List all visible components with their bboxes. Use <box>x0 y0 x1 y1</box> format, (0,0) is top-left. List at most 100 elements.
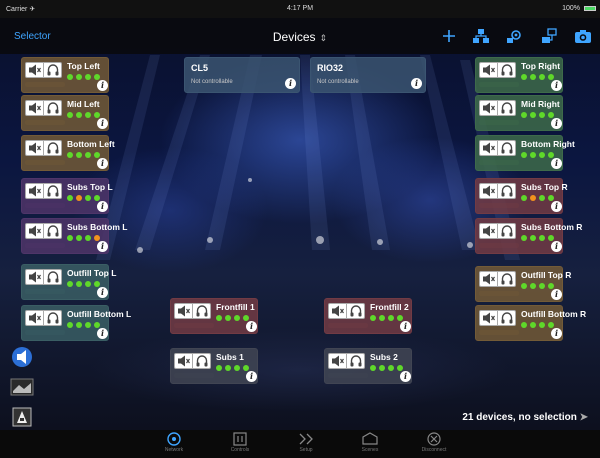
console-status: Not controllable <box>317 79 359 85</box>
device-card[interactable]: Mid Right i <box>475 95 563 131</box>
tab-controls[interactable]: Controls <box>210 432 270 458</box>
selector-button[interactable]: Selector <box>14 31 51 42</box>
mute-button[interactable] <box>26 184 43 198</box>
card-buttons <box>479 271 516 287</box>
info-icon[interactable]: i <box>97 158 108 169</box>
info-icon[interactable]: i <box>97 118 108 129</box>
device-card[interactable]: Outfill Top L i <box>21 264 116 300</box>
monitor-button[interactable] <box>346 354 364 368</box>
mute-button[interactable] <box>480 101 497 115</box>
headphones-icon <box>350 355 361 367</box>
console-card[interactable]: CL5 Not controllable i <box>184 57 300 93</box>
status-leds <box>521 195 554 201</box>
monitor-button[interactable] <box>43 101 61 115</box>
mute-button[interactable] <box>175 354 192 368</box>
device-card[interactable]: Frontfill 1 i <box>170 298 258 334</box>
monitor-button[interactable] <box>43 141 61 155</box>
device-card[interactable]: Bottom Left i <box>21 135 115 171</box>
monitor-button[interactable] <box>497 224 515 238</box>
info-icon[interactable]: i <box>400 371 411 382</box>
mute-button[interactable] <box>26 270 43 284</box>
info-icon[interactable]: i <box>97 328 108 339</box>
add-icon[interactable] <box>440 28 458 44</box>
monitor-button[interactable] <box>497 311 515 325</box>
mute-button[interactable] <box>480 311 497 325</box>
monitor-button[interactable] <box>192 304 210 318</box>
status-led <box>370 315 376 321</box>
speaker-view-icon <box>12 347 32 367</box>
device-card[interactable]: Bottom Right i <box>475 135 575 171</box>
speaker-view-button[interactable] <box>10 346 34 368</box>
info-icon[interactable]: i <box>97 80 108 91</box>
mute-button[interactable] <box>480 63 497 77</box>
mute-button[interactable] <box>329 304 346 318</box>
device-card[interactable]: Subs Bottom R i <box>475 218 582 254</box>
info-icon[interactable]: i <box>551 289 562 300</box>
console-card[interactable]: RIO32 Not controllable i <box>310 57 426 93</box>
device-card[interactable]: Subs 2i <box>324 348 412 384</box>
mute-button[interactable] <box>26 311 43 325</box>
info-icon[interactable]: i <box>285 78 296 89</box>
monitor-button[interactable] <box>346 304 364 318</box>
tab-setup[interactable]: Setup <box>276 432 336 458</box>
layout-view-button[interactable] <box>10 376 34 398</box>
info-icon[interactable]: i <box>400 321 411 332</box>
tab-scenes[interactable]: Scenes <box>340 432 400 458</box>
info-icon[interactable]: i <box>411 78 422 89</box>
info-icon[interactable]: i <box>246 371 257 382</box>
display-mode-button[interactable] <box>10 406 34 428</box>
monitor-button[interactable] <box>43 63 61 77</box>
info-icon[interactable]: i <box>246 321 257 332</box>
mute-button[interactable] <box>26 63 43 77</box>
device-card[interactable]: Outfill Bottom R i <box>475 305 586 341</box>
monitor-button[interactable] <box>43 311 61 325</box>
device-card[interactable]: Outfill Top R i <box>475 266 571 302</box>
navigation-bar: Selector Devices ⇕ <box>0 18 600 54</box>
group-devices-icon[interactable] <box>472 28 490 44</box>
mute-button[interactable] <box>175 304 192 318</box>
device-card[interactable]: Top Left i <box>21 57 109 93</box>
mute-button[interactable] <box>26 101 43 115</box>
monitor-button[interactable] <box>192 354 210 368</box>
camera-icon[interactable] <box>574 28 592 44</box>
monitor-button[interactable] <box>497 63 515 77</box>
info-icon[interactable]: i <box>97 241 108 252</box>
info-icon[interactable]: i <box>97 201 108 212</box>
device-card[interactable]: Subs Bottom L i <box>21 218 127 254</box>
mute-button[interactable] <box>480 272 497 286</box>
status-led <box>85 152 91 158</box>
device-card[interactable]: Outfill Bottom L i <box>21 305 131 341</box>
info-icon[interactable]: i <box>551 158 562 169</box>
tab-disconnect[interactable]: Disconnect <box>404 432 464 458</box>
info-icon[interactable]: i <box>551 118 562 129</box>
device-card[interactable]: Mid Left i <box>21 95 109 131</box>
mute-button[interactable] <box>26 224 43 238</box>
tab-network[interactable]: Network <box>144 432 204 458</box>
info-icon[interactable]: i <box>551 328 562 339</box>
info-icon[interactable]: i <box>97 287 108 298</box>
device-count-label[interactable]: 21 devices, no selection ➤ <box>462 412 588 423</box>
monitor-button[interactable] <box>497 101 515 115</box>
device-card[interactable]: Subs Top L i <box>21 178 113 214</box>
monitor-button[interactable] <box>43 224 61 238</box>
info-icon[interactable]: i <box>551 241 562 252</box>
monitor-button[interactable] <box>43 184 61 198</box>
device-card[interactable]: Subs 1i <box>170 348 258 384</box>
monitor-button[interactable] <box>497 272 515 286</box>
mute-button[interactable] <box>480 184 497 198</box>
device-card[interactable]: Top Right i <box>475 57 563 93</box>
mute-button[interactable] <box>480 141 497 155</box>
monitor-button[interactable] <box>497 184 515 198</box>
network-config-icon[interactable] <box>540 28 558 44</box>
mute-button[interactable] <box>480 224 497 238</box>
status-led <box>234 365 240 371</box>
device-settings-icon[interactable] <box>506 28 524 44</box>
device-card[interactable]: Subs Top R i <box>475 178 568 214</box>
mute-button[interactable] <box>329 354 346 368</box>
info-icon[interactable]: i <box>551 80 562 91</box>
device-card[interactable]: Frontfill 2 i <box>324 298 412 334</box>
info-icon[interactable]: i <box>551 201 562 212</box>
monitor-button[interactable] <box>497 141 515 155</box>
monitor-button[interactable] <box>43 270 61 284</box>
mute-button[interactable] <box>26 141 43 155</box>
